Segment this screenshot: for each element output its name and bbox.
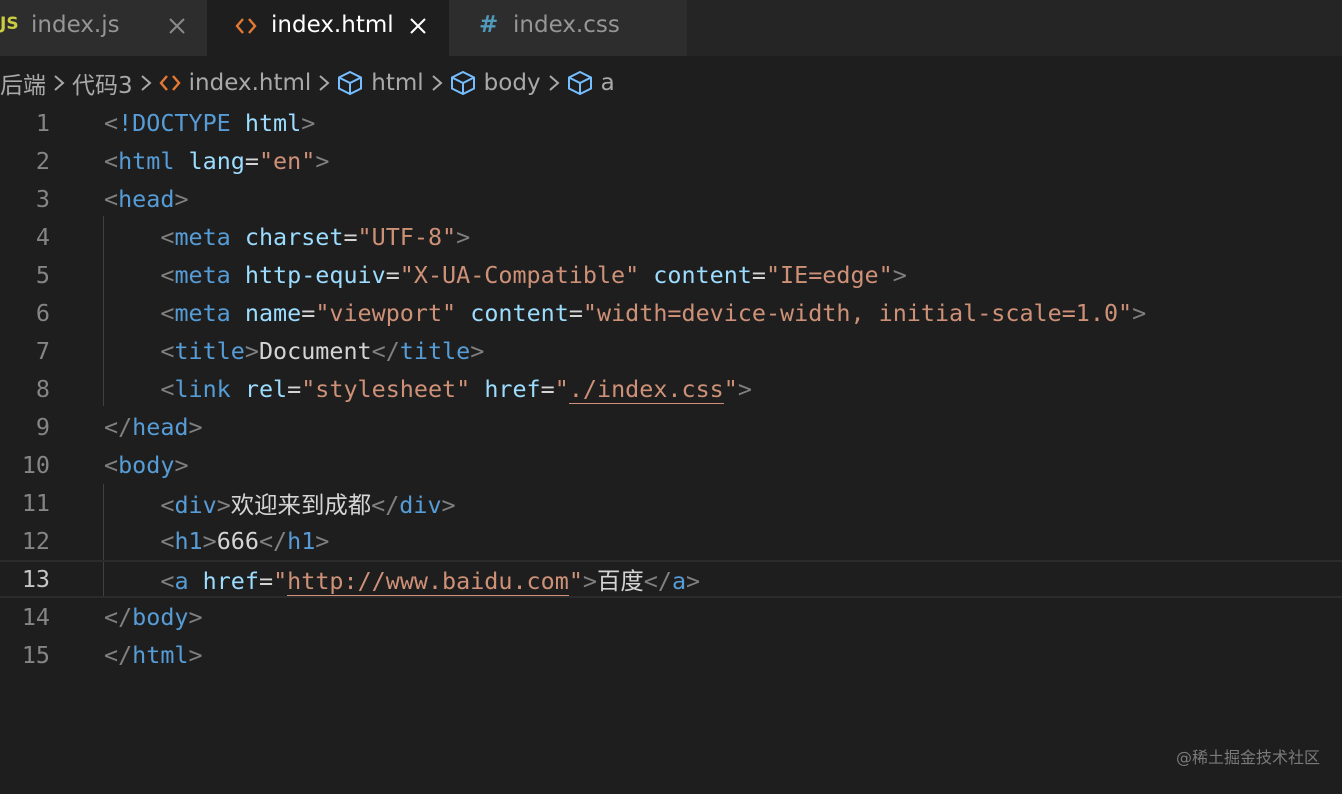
chevron-right-icon [431, 73, 443, 93]
close-icon[interactable] [164, 13, 190, 39]
breadcrumb-folder-code3[interactable]: 代码3 [72, 66, 133, 100]
line-number: 4 [35, 223, 50, 251]
code-text: <title>Document</title> [160, 337, 485, 365]
code-line: 7 <title>Document</title> [0, 332, 1342, 370]
code-editor[interactable]: 1 <!DOCTYPE html> 2 <html lang="en"> 3 <… [0, 104, 1342, 794]
code-text: </html> [104, 641, 203, 669]
line-number: 5 [35, 261, 50, 289]
line-number: 9 [35, 413, 50, 441]
code-line: 12 <h1>666</h1> [0, 522, 1342, 560]
code-text: <div>欢迎来到成都</div> [160, 491, 456, 519]
line-number: 1 [35, 109, 50, 137]
code-line: 14 </body> [0, 598, 1342, 636]
tab-index-html[interactable]: index.html [207, 0, 449, 56]
chevron-right-icon [318, 73, 330, 93]
breadcrumb-symbol-body[interactable]: body [450, 70, 541, 96]
tab-label: index.css [513, 12, 620, 38]
code-text: <link rel="stylesheet" href="./index.css… [160, 375, 752, 404]
watermark: @稀土掘金技术社区 [1175, 748, 1320, 767]
css-file-icon: # [479, 12, 499, 38]
breadcrumb-folder-backend[interactable]: 后端 [0, 66, 46, 100]
line-number: 8 [35, 375, 50, 403]
cube-symbol-icon [337, 70, 363, 96]
code-line: 5 <meta http-equiv="X-UA-Compatible" con… [0, 256, 1342, 294]
editor-tab-bar: JS index.js index.html # index.css [0, 0, 1342, 56]
code-text: <!DOCTYPE html> [104, 109, 316, 137]
breadcrumb-symbol-a[interactable]: a [567, 70, 615, 96]
url-link[interactable]: http://www.baidu.com [287, 567, 569, 596]
close-icon[interactable] [405, 13, 431, 39]
code-line: 15 </html> [0, 636, 1342, 674]
code-text: <meta name="viewport" content="width=dev… [160, 299, 1147, 327]
code-text: <a href="http://www.baidu.com">百度</a> [160, 567, 701, 596]
line-number: 15 [21, 641, 50, 669]
html-file-icon [235, 16, 257, 36]
code-text: <meta charset="UTF-8"> [160, 223, 471, 251]
code-text: </body> [104, 603, 203, 631]
code-line: 11 <div>欢迎来到成都</div> [0, 484, 1342, 522]
breadcrumb-file-label: index.html [188, 70, 312, 96]
code-text: <body> [104, 451, 189, 479]
breadcrumb-symbol-html[interactable]: html [337, 70, 424, 96]
code-line: 8 <link rel="stylesheet" href="./index.c… [0, 370, 1342, 408]
chevron-right-icon [53, 73, 65, 93]
tab-label: index.js [31, 12, 120, 38]
code-line: 1 <!DOCTYPE html> [0, 104, 1342, 142]
stylesheet-link[interactable]: ./index.css [568, 375, 724, 404]
line-number: 10 [21, 451, 50, 479]
code-line: 9 </head> [0, 408, 1342, 446]
html-file-icon [159, 73, 181, 93]
code-text: <h1>666</h1> [160, 527, 330, 555]
code-text: <head> [104, 185, 189, 213]
code-text: <html lang="en"> [104, 147, 330, 175]
chevron-right-icon [548, 73, 560, 93]
chevron-right-icon [140, 73, 152, 93]
breadcrumb: 后端 代码3 index.html html body a [0, 62, 1342, 104]
line-number: 11 [21, 489, 50, 517]
breadcrumb-symbol-label: a [600, 70, 615, 96]
cube-symbol-icon [450, 70, 476, 96]
code-line: 6 <meta name="viewport" content="width=d… [0, 294, 1342, 332]
code-text: </head> [104, 413, 203, 441]
cube-symbol-icon [567, 70, 593, 96]
line-number: 3 [35, 185, 50, 213]
code-line-active: 13 <a href="http://www.baidu.com">百度</a> [0, 560, 1342, 598]
code-line: 10 <body> [0, 446, 1342, 484]
code-line: 4 <meta charset="UTF-8"> [0, 218, 1342, 256]
tab-index-css[interactable]: # index.css [449, 0, 687, 56]
tab-label: index.html [271, 12, 394, 38]
line-number: 6 [35, 299, 50, 327]
tab-index-js[interactable]: JS index.js [0, 0, 207, 56]
breadcrumb-symbol-label: html [371, 70, 424, 96]
line-number: 12 [21, 527, 50, 555]
line-number: 2 [35, 147, 50, 175]
line-number: 7 [35, 337, 50, 365]
breadcrumb-symbol-label: body [483, 70, 541, 96]
breadcrumb-file[interactable]: index.html [159, 70, 312, 96]
javascript-file-icon: JS [0, 14, 19, 34]
code-text: <meta http-equiv="X-UA-Compatible" conte… [160, 261, 907, 289]
code-line: 2 <html lang="en"> [0, 142, 1342, 180]
code-line: 3 <head> [0, 180, 1342, 218]
line-number: 14 [21, 603, 50, 631]
line-number: 13 [21, 565, 50, 593]
